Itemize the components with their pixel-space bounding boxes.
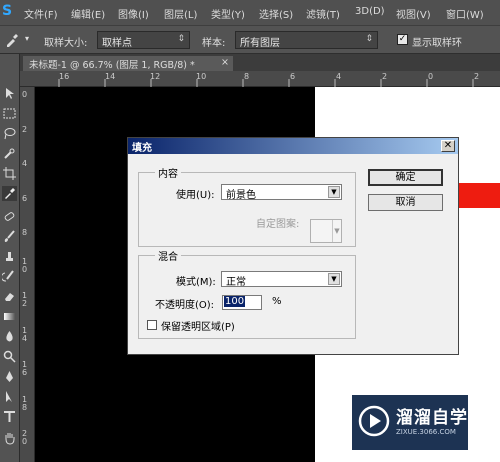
content-group-label: 内容 bbox=[155, 165, 181, 180]
options-bar: ▾ 取样大小: 取样点 ⇕ 样本: 所有图层 ⇕ ✓ 显示取样环 bbox=[0, 25, 500, 54]
document-tab-bar: 未标题-1 @ 66.7% (图层 1, RGB/8) * × bbox=[20, 54, 500, 71]
sample-size-select[interactable]: 取样点 ⇕ bbox=[97, 31, 190, 49]
sample-label: 样本: bbox=[202, 38, 226, 49]
ruler-tick-label: 1 4 bbox=[22, 326, 28, 343]
sample-select[interactable]: 所有图层 ⇕ bbox=[235, 31, 378, 49]
menu-3d[interactable]: 3D(D) bbox=[355, 6, 385, 17]
sample-size-label: 取样大小: bbox=[44, 38, 88, 49]
mode-value: 正常 bbox=[226, 277, 246, 288]
show-ring-label: 显示取样环 bbox=[412, 38, 462, 49]
lasso-tool-icon[interactable] bbox=[2, 126, 17, 141]
watermark-badge: 溜溜自学 ZIXUE.3066.COM bbox=[352, 395, 468, 450]
brush-tool-icon[interactable] bbox=[2, 229, 17, 244]
use-select[interactable]: 前景色 ▼ bbox=[221, 184, 342, 201]
ruler-tick-label: 8 bbox=[22, 228, 28, 237]
menu-layer[interactable]: 图层(L) bbox=[164, 6, 197, 21]
blur-tool-icon[interactable] bbox=[2, 329, 17, 344]
opacity-unit: % bbox=[272, 296, 282, 307]
type-tool-icon[interactable] bbox=[2, 409, 17, 424]
document-tab[interactable]: 未标题-1 @ 66.7% (图层 1, RGB/8) * × bbox=[23, 56, 233, 71]
app-logo: S bbox=[2, 3, 13, 19]
use-value: 前景色 bbox=[226, 190, 256, 201]
eyedropper-icon[interactable] bbox=[4, 32, 20, 48]
preserve-transparency-checkbox[interactable] bbox=[147, 320, 157, 330]
move-tool-icon[interactable] bbox=[2, 86, 17, 101]
dialog-close-button[interactable]: ✕ bbox=[441, 140, 455, 152]
dialog-title: 填充 bbox=[132, 143, 152, 154]
preserve-transparency-label[interactable]: 保留透明区域(P) bbox=[161, 318, 235, 333]
history-brush-tool-icon[interactable] bbox=[2, 269, 17, 284]
custom-pattern-label: 自定图案: bbox=[256, 219, 300, 230]
ruler-tick-label: 1 6 bbox=[22, 360, 28, 377]
hand-tool-icon[interactable] bbox=[2, 431, 17, 446]
path-select-tool-icon[interactable] bbox=[2, 389, 17, 404]
crop-tool-icon[interactable] bbox=[2, 166, 17, 181]
select-arrows-icon: ⇕ bbox=[177, 34, 185, 44]
ruler-tick-label: 2 bbox=[22, 125, 28, 134]
red-shape bbox=[455, 183, 500, 208]
healing-brush-tool-icon[interactable] bbox=[2, 209, 17, 224]
ruler-tick-label: 1 8 bbox=[22, 395, 28, 412]
ruler-tick-label: 2 0 bbox=[22, 429, 28, 446]
ruler-tick-label: 6 bbox=[22, 194, 28, 203]
select-arrows-icon: ⇕ bbox=[365, 34, 373, 44]
show-ring-checkbox[interactable]: ✓ bbox=[397, 34, 408, 45]
tool-preset-chevron-icon[interactable]: ▾ bbox=[25, 34, 29, 43]
menu-select[interactable]: 选择(S) bbox=[259, 6, 293, 21]
custom-pattern-picker[interactable]: ▼ bbox=[310, 219, 342, 243]
ruler-horizontal-ticks bbox=[58, 79, 474, 87]
mode-label: 模式(M): bbox=[176, 277, 216, 288]
dodge-tool-icon[interactable] bbox=[2, 349, 17, 364]
fill-dialog: 填充 ✕ 内容 使用(U): 前景色 ▼ 自定图案: ▼ 混合 模式(M): 正… bbox=[127, 137, 459, 355]
ruler-tick-label: 4 bbox=[22, 159, 28, 168]
watermark-text: 溜溜自学 bbox=[396, 408, 468, 428]
eraser-tool-icon[interactable] bbox=[2, 289, 17, 304]
menu-image[interactable]: 图像(I) bbox=[118, 6, 149, 21]
menu-type[interactable]: 类型(Y) bbox=[211, 6, 245, 21]
opacity-label: 不透明度(O): bbox=[155, 300, 215, 311]
use-label: 使用(U): bbox=[176, 190, 215, 201]
tools-panel bbox=[0, 54, 20, 462]
watermark-url: ZIXUE.3066.COM bbox=[396, 428, 456, 436]
ruler-tick-label: 1 2 bbox=[22, 291, 28, 308]
dialog-title-bar[interactable]: 填充 ✕ bbox=[128, 138, 458, 154]
tab-close-icon[interactable]: × bbox=[221, 57, 229, 68]
menu-window[interactable]: 窗口(W) bbox=[446, 6, 484, 21]
menu-file[interactable]: 文件(F) bbox=[24, 6, 58, 21]
marquee-tool-icon[interactable] bbox=[2, 106, 17, 121]
checkmark-icon: ✓ bbox=[398, 34, 407, 44]
opacity-value: 100 bbox=[224, 296, 246, 307]
quick-select-tool-icon[interactable] bbox=[2, 146, 17, 161]
blend-group-label: 混合 bbox=[155, 248, 181, 263]
dropdown-arrow-icon: ▼ bbox=[328, 273, 340, 285]
ruler-tick-label: 0 bbox=[22, 90, 28, 99]
play-logo-icon bbox=[358, 405, 390, 437]
sample-size-value: 取样点 bbox=[102, 38, 132, 49]
sample-value: 所有图层 bbox=[240, 38, 280, 49]
ruler-vertical: 0 2 4 6 8 1 0 1 2 1 4 1 6 1 8 2 0 bbox=[20, 87, 35, 462]
dropdown-arrow-icon: ▼ bbox=[328, 186, 340, 198]
menu-bar: S 文件(F) 编辑(E) 图像(I) 图层(L) 类型(Y) 选择(S) 滤镜… bbox=[0, 0, 500, 25]
dropdown-arrow-icon: ▼ bbox=[332, 220, 341, 242]
mode-select[interactable]: 正常 ▼ bbox=[221, 271, 342, 288]
menu-edit[interactable]: 编辑(E) bbox=[71, 6, 105, 21]
menu-filter[interactable]: 滤镜(T) bbox=[306, 6, 340, 21]
cancel-button[interactable]: 取消 bbox=[368, 194, 443, 211]
clone-stamp-tool-icon[interactable] bbox=[2, 249, 17, 264]
pen-tool-icon[interactable] bbox=[2, 369, 17, 384]
ruler-horizontal: 16 14 12 10 8 6 4 2 0 2 bbox=[20, 71, 500, 87]
document-tab-title: 未标题-1 @ 66.7% (图层 1, RGB/8) * bbox=[29, 60, 195, 71]
close-icon: ✕ bbox=[443, 140, 453, 151]
menu-view[interactable]: 视图(V) bbox=[396, 6, 431, 21]
ok-button[interactable]: 确定 bbox=[368, 169, 443, 186]
eyedropper-tool-icon[interactable] bbox=[2, 186, 17, 201]
ruler-tick-label: 1 0 bbox=[22, 257, 28, 274]
gradient-tool-icon[interactable] bbox=[2, 309, 17, 324]
opacity-input[interactable]: 100 bbox=[222, 295, 262, 310]
